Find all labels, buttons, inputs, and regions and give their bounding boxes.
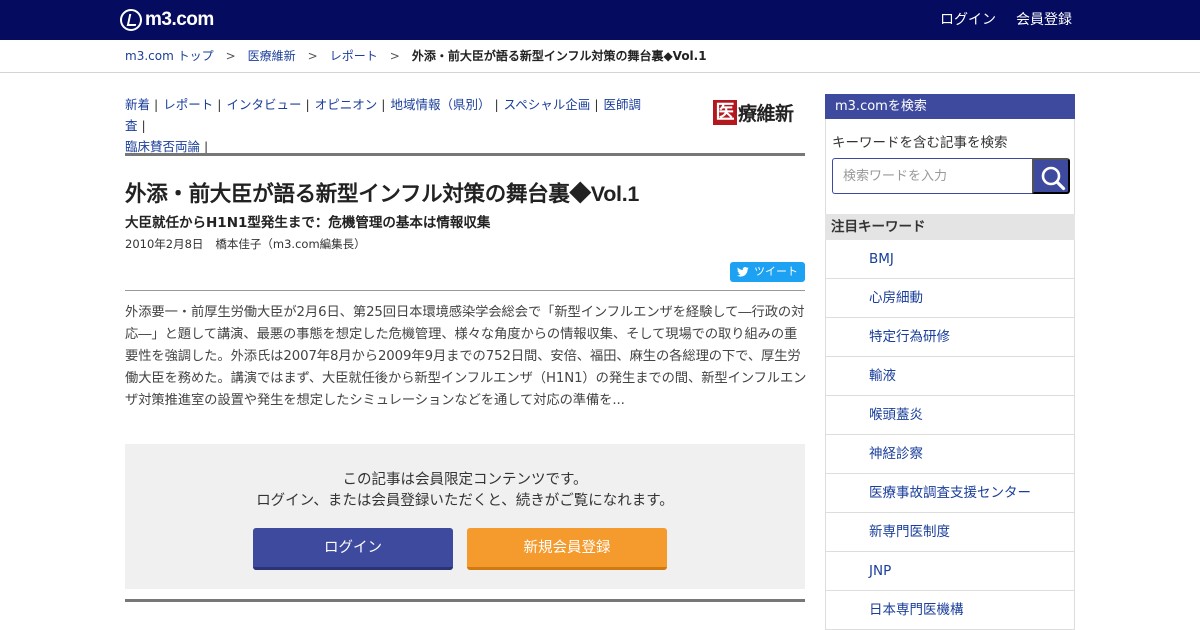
keyword-link[interactable]: 新専門医制度 <box>826 513 1074 552</box>
category-nav-interview[interactable]: インタビュー <box>226 97 301 112</box>
keyword-link[interactable]: 日本専門医機構 <box>826 591 1074 630</box>
breadcrumb-item-top[interactable]: m3.com トップ <box>125 48 214 64</box>
keyword-link[interactable]: 輸液 <box>826 357 1074 396</box>
login-button[interactable]: ログイン <box>253 528 453 570</box>
top-header: m3.com ログイン 会員登録 <box>0 0 1200 40</box>
twitter-bird-icon <box>737 267 749 277</box>
brand-text: 療維新 <box>738 103 794 125</box>
nav-divider: | <box>305 97 310 112</box>
sidebar-search: キーワードを含む記事を検索 <box>825 119 1075 214</box>
category-nav-debate[interactable]: 臨床賛否両論 <box>125 139 200 154</box>
breadcrumb-current: 外添・前大臣が語る新型インフル対策の舞台裏◆Vol.1 <box>411 49 707 63</box>
category-nav-special[interactable]: スペシャル企画 <box>504 97 591 112</box>
breadcrumb-bar: m3.com トップ > 医療維新 > レポート > 外添・前大臣が語る新型イン… <box>0 40 1200 73</box>
member-message-line1: この記事は会員限定コンテンツです。 <box>342 472 588 488</box>
iryo-ishin-logo[interactable]: 医 療維新 <box>713 100 794 125</box>
article-title: 外添・前大臣が語る新型インフル対策の舞台裏◆Vol.1 <box>125 182 640 206</box>
sidebar-search-heading: m3.comを検索 <box>825 94 1075 119</box>
search-button[interactable] <box>1032 158 1070 194</box>
search-icon <box>1041 166 1066 191</box>
category-nav: 新着 | レポート | インタビュー | オピニオン | 地域情報（県別） | スペシャル企画 | 医師… <box>125 94 665 157</box>
keyword-link[interactable]: BMJ <box>826 240 1074 279</box>
nav-divider: | <box>217 97 222 112</box>
breadcrumb-item-iryo-ishin[interactable]: 医療維新 <box>248 48 296 64</box>
member-message: この記事は会員限定コンテンツです。 ログイン、または会員登録いただくと、続きがご… <box>125 470 805 512</box>
m3-logo[interactable]: m3.com <box>120 8 214 32</box>
register-button[interactable]: 新規会員登録 <box>467 528 667 570</box>
nav-divider: | <box>141 118 146 133</box>
keyword-link[interactable]: 喉頭蓋炎 <box>826 396 1074 435</box>
divider <box>125 599 805 602</box>
divider <box>125 153 805 156</box>
keywords-heading: 注目キーワード <box>825 214 1075 240</box>
header-login-link[interactable]: ログイン <box>940 10 996 30</box>
tweet-button[interactable]: ツイート <box>730 262 805 282</box>
keyword-link[interactable]: 心房細動 <box>826 279 1074 318</box>
keyword-link[interactable]: JNP <box>826 552 1074 591</box>
article-meta: 2010年2月8日 橋本佳子（m3.com編集長） <box>125 236 366 252</box>
brand-box: 医 <box>713 100 737 125</box>
article-author: 橋本佳子（m3.com編集長） <box>215 237 366 251</box>
search-input[interactable] <box>832 158 1033 194</box>
nav-divider: | <box>381 97 386 112</box>
breadcrumb-separator: > <box>225 49 236 63</box>
keyword-link[interactable]: 特定行為研修 <box>826 318 1074 357</box>
logo-text: m3.com <box>145 9 214 30</box>
breadcrumb-item-report[interactable]: レポート <box>330 48 378 64</box>
member-message-line2: ログイン、または会員登録いただくと、続きがご覧になれます。 <box>256 493 674 509</box>
header-register-link[interactable]: 会員登録 <box>1016 10 1072 30</box>
category-nav-opinion[interactable]: オピニオン <box>315 97 378 112</box>
keyword-link[interactable]: 医療事故調査支援センター <box>826 474 1074 513</box>
tweet-label: ツイート <box>754 265 798 278</box>
breadcrumb-separator: > <box>307 49 318 63</box>
m3-logo-icon <box>120 9 142 31</box>
category-nav-regional[interactable]: 地域情報（県別） <box>390 97 490 112</box>
article-body: 外添要一・前厚生労働大臣が2月6日、第25回日本環境感染学会総会で「新型インフル… <box>125 305 807 408</box>
category-nav-report[interactable]: レポート <box>163 97 213 112</box>
article-subtitle: 大臣就任からH1N1型発生まで：危機管理の基本は情報収集 <box>125 215 491 231</box>
nav-divider: | <box>494 97 499 112</box>
member-only-box: この記事は会員限定コンテンツです。 ログイン、または会員登録いただくと、続きがご… <box>125 444 805 589</box>
nav-divider: | <box>154 97 159 112</box>
article-date: 2010年2月8日 <box>125 237 204 251</box>
nav-divider: | <box>204 139 209 154</box>
breadcrumb: m3.com トップ > 医療維新 > レポート > 外添・前大臣が語る新型イン… <box>125 48 707 64</box>
breadcrumb-separator: > <box>389 49 400 63</box>
category-nav-new[interactable]: 新着 <box>125 97 150 112</box>
nav-divider: | <box>594 97 599 112</box>
keywords-list: BMJ 心房細動 特定行為研修 輸液 喉頭蓋炎 神経診察 医療事故調査支援センタ… <box>825 240 1075 630</box>
keyword-link[interactable]: 神経診察 <box>826 435 1074 474</box>
divider <box>125 290 805 291</box>
search-label: キーワードを含む記事を検索 <box>832 135 1008 151</box>
